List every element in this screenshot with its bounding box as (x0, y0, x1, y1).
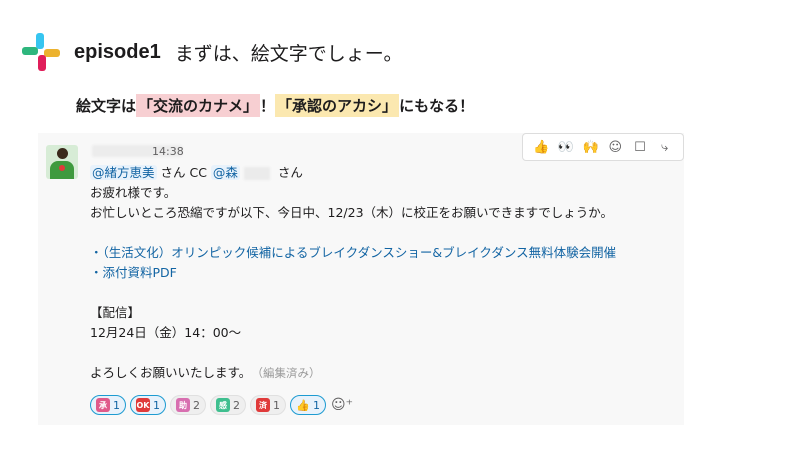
caption: 絵文字は 「交流のカナメ」 ！ 「承認のアカシ」 にもなる！ (76, 94, 474, 117)
caption-suffix: にもなる！ (399, 97, 475, 115)
reaction-count: 1 (273, 398, 280, 412)
san-text-1: さん CC (156, 165, 211, 180)
episode-title: episode1 (74, 40, 161, 63)
reaction-count: 1 (113, 398, 120, 412)
reply-thread-icon[interactable]: ☐ (631, 138, 649, 156)
edited-label: （編集済み） (257, 366, 321, 380)
mention-1[interactable]: @緒方恵美 (90, 165, 157, 180)
eyes-icon[interactable]: 👀 (557, 138, 575, 156)
bullet-link-2[interactable]: ・添付資料PDF (90, 263, 680, 283)
reaction-5[interactable]: 済 1 (250, 395, 286, 415)
thumbs-up-icon[interactable]: 👍 (532, 138, 550, 156)
mention-redacted (243, 167, 270, 180)
section-label: 【配信】 (90, 305, 141, 320)
reaction-count: 2 (233, 398, 240, 412)
episode-header: episode1 まずは、絵文字でしょー。 (22, 30, 403, 74)
reaction-count: 1 (313, 398, 320, 412)
caption-highlight-2: 「承認のアカシ」 (275, 94, 400, 117)
zumi-emoji-icon: 済 (256, 398, 270, 412)
ok-emoji-icon: OK (136, 398, 150, 412)
shou-emoji-icon: 承 (96, 398, 110, 412)
reaction-2[interactable]: OK 1 (130, 395, 166, 415)
raised-hands-icon[interactable]: 🙌 (582, 138, 600, 156)
bullet-link-1[interactable]: ・（生活文化）オリンピック候補によるブレイクダンスショー&ブレイクダンス無料体験… (90, 243, 680, 263)
slack-message-panel: 14:38 👍 👀 🙌 ☺ ☐ ⤷ @緒方恵美 さん CC @森 さん お疲れ様… (38, 133, 684, 425)
add-reaction-icon[interactable]: ☺ (606, 138, 624, 156)
date-line: 12月24日（金）14：00〜 (90, 325, 242, 340)
reaction-4[interactable]: 感 2 (210, 395, 246, 415)
san-text-2: さん (277, 165, 303, 180)
message-body: @緒方恵美 さん CC @森 さん お疲れ様です。 お忙しいところ恐縮ですが以下… (90, 163, 680, 383)
thumbs-up-icon: 👍 (296, 398, 310, 412)
caption-prefix: 絵文字は (76, 97, 137, 115)
forward-icon[interactable]: ⤷ (656, 138, 674, 156)
tasukaru-emoji-icon: 助 (176, 398, 190, 412)
reaction-count: 2 (193, 398, 200, 412)
reaction-count: 1 (153, 398, 160, 412)
caption-mid: ！ (260, 97, 276, 115)
reaction-6[interactable]: 👍 1 (290, 395, 326, 415)
reaction-1[interactable]: 承 1 (90, 395, 126, 415)
reaction-3[interactable]: 助 2 (170, 395, 206, 415)
slack-logo-icon (22, 33, 60, 71)
message-hover-toolbar: 👍 👀 🙌 ☺ ☐ ⤷ (522, 133, 684, 161)
episode-subtitle: まずは、絵文字でしょー。 (174, 42, 403, 65)
add-reaction-icon[interactable]: ☺⁺ (330, 395, 354, 415)
avatar[interactable] (46, 145, 78, 179)
closing-line: よろしくお願いいたします。 (90, 365, 252, 380)
caption-highlight-1: 「交流のカナメ」 (136, 94, 261, 117)
greeting-line: お疲れ様です。 (90, 185, 177, 200)
request-line: お忙しいところ恐縮ですが以下、今日中、12/23（木）に校正をお願いできますでし… (90, 205, 614, 220)
message-timestamp[interactable]: 14:38 (152, 145, 184, 158)
reactions-bar: 承 1 OK 1 助 2 感 2 済 1 👍 1 ☺⁺ (90, 395, 354, 415)
mention-2[interactable]: @森 (210, 165, 240, 180)
kansha-emoji-icon: 感 (216, 398, 230, 412)
